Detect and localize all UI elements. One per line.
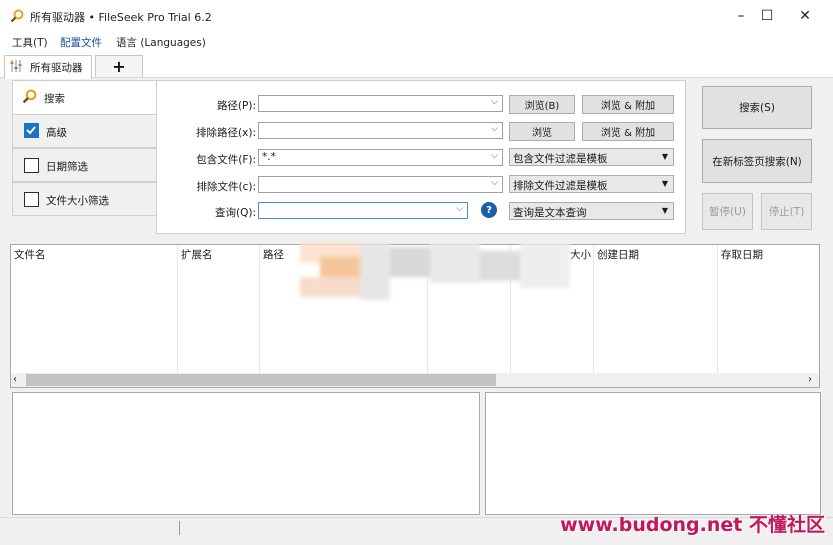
- scrollbar-thumb[interactable]: [26, 374, 496, 386]
- dropdown-arrow-icon: ▼: [661, 206, 668, 215]
- add-tab-button[interactable]: +: [95, 55, 143, 77]
- column-divider: [717, 245, 718, 373]
- watermark: www.budong.net 不懂社区: [560, 514, 825, 536]
- window-title: 所有驱动器 • FileSeek Pro Trial 6.2: [30, 11, 212, 24]
- path-input[interactable]: ⌵: [258, 95, 503, 112]
- option-advanced-label: 高级: [46, 127, 67, 139]
- option-date-filter-label: 日期筛选: [46, 161, 88, 173]
- column-header-extension[interactable]: 扩展名: [181, 247, 213, 262]
- menu-tools[interactable]: 工具(T): [12, 35, 48, 50]
- browse-path-button[interactable]: 浏览(B): [509, 95, 575, 114]
- exclude-files-label: 排除文件(c):: [196, 181, 256, 193]
- tab-all-drives-label: 所有驱动器: [30, 62, 83, 74]
- exclude-files-mode-dropdown[interactable]: 排除文件过滤是模板 ▼: [509, 175, 674, 193]
- column-divider: [177, 245, 178, 373]
- stop-button[interactable]: 停止(T): [761, 193, 812, 230]
- search-icon: [10, 9, 24, 23]
- include-files-input[interactable]: *.* ⌵: [258, 149, 503, 166]
- sliders-icon: [10, 60, 22, 72]
- browse-append-exclude-button[interactable]: 浏览 & 附加: [582, 122, 674, 141]
- dropdown-arrow-icon: ▼: [661, 152, 668, 161]
- redacted-region: [300, 243, 570, 300]
- column-header-size[interactable]: 大小: [570, 247, 591, 262]
- checkmark-icon: [26, 126, 36, 135]
- advanced-checkbox[interactable]: [24, 123, 39, 138]
- close-button[interactable]: ✕: [782, 0, 828, 32]
- help-icon[interactable]: ?: [481, 202, 497, 218]
- search-icon: [22, 89, 37, 104]
- query-input[interactable]: ⌵: [258, 202, 468, 219]
- column-header-path[interactable]: 路径: [263, 247, 284, 262]
- column-header-created[interactable]: 创建日期: [597, 247, 639, 262]
- dropdown-arrow-icon: ▼: [661, 179, 668, 188]
- menu-profiles[interactable]: 配置文件: [60, 35, 102, 50]
- search-new-tab-button[interactable]: 在新标签页搜索(N): [702, 139, 812, 183]
- preview-pane-right[interactable]: [485, 392, 821, 515]
- chevron-down-icon: ⌵: [491, 178, 498, 188]
- chevron-down-icon: ⌵: [491, 151, 498, 161]
- column-divider: [593, 245, 594, 373]
- include-files-label: 包含文件(F):: [196, 154, 256, 166]
- size-filter-checkbox[interactable]: [24, 192, 39, 207]
- pause-button[interactable]: 暂停(U): [702, 193, 753, 230]
- column-divider: [259, 245, 260, 373]
- exclude-files-input[interactable]: ⌵: [258, 176, 503, 193]
- query-mode-dropdown[interactable]: 查询是文本查询 ▼: [509, 202, 674, 220]
- exclude-files-mode-value: 排除文件过滤是模板: [513, 180, 608, 192]
- query-label: 查询(Q):: [215, 207, 256, 219]
- chevron-down-icon: ⌵: [491, 124, 498, 134]
- browse-append-path-button[interactable]: 浏览 & 附加: [582, 95, 674, 114]
- status-divider: [179, 521, 180, 535]
- preview-pane-left[interactable]: [12, 392, 480, 515]
- option-search-label: 搜索: [44, 93, 65, 105]
- browse-exclude-button[interactable]: 浏览: [509, 122, 575, 141]
- date-filter-checkbox[interactable]: [24, 158, 39, 173]
- column-header-filename[interactable]: 文件名: [14, 247, 46, 262]
- query-mode-value: 查询是文本查询: [513, 207, 587, 219]
- option-size-filter-label: 文件大小筛选: [46, 195, 109, 207]
- scroll-left-icon[interactable]: ‹: [13, 374, 17, 385]
- column-header-accessed[interactable]: 存取日期: [721, 247, 763, 262]
- chevron-down-icon: ⌵: [456, 204, 463, 214]
- include-files-mode-value: 包含文件过滤是模板: [513, 153, 608, 165]
- path-label: 路径(P):: [216, 100, 256, 112]
- exclude-path-input[interactable]: ⌵: [258, 122, 503, 139]
- exclude-path-label: 排除路径(x):: [196, 127, 256, 139]
- include-files-mode-dropdown[interactable]: 包含文件过滤是模板 ▼: [509, 148, 674, 166]
- search-button[interactable]: 搜索(S): [702, 86, 812, 129]
- scroll-right-icon[interactable]: ›: [808, 374, 812, 385]
- include-files-value: *.*: [262, 151, 276, 163]
- menu-languages[interactable]: 语言 (Languages): [116, 35, 206, 50]
- chevron-down-icon: ⌵: [491, 97, 498, 107]
